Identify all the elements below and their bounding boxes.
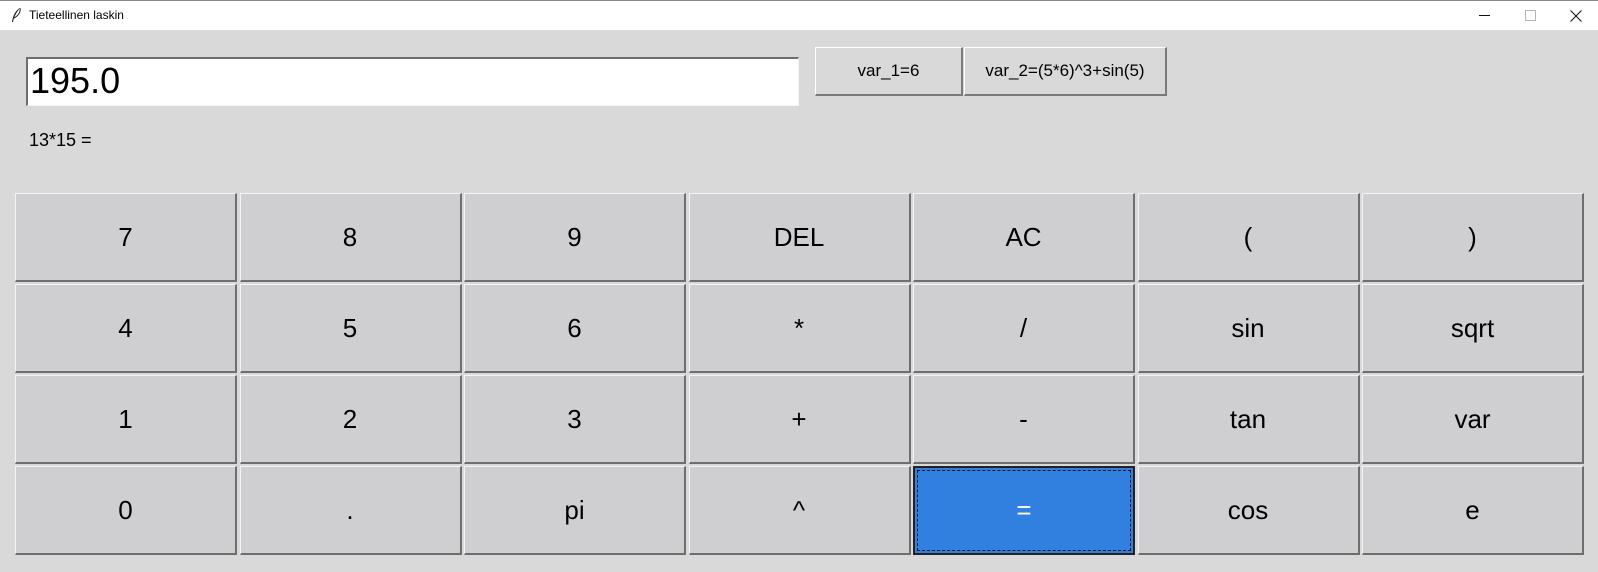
key-7[interactable]: 7 — [15, 193, 237, 282]
feather-icon — [12, 7, 21, 22]
calculator-window: Tieteellinen laskin 195.0 var_1=6 var_2=… — [0, 0, 1598, 572]
key-divide[interactable]: / — [913, 284, 1135, 373]
key-6[interactable]: 6 — [464, 284, 686, 373]
key-delete[interactable]: DEL — [688, 193, 911, 282]
maximize-icon — [1524, 10, 1536, 21]
key-8[interactable]: 8 — [239, 193, 462, 282]
key-2[interactable]: 2 — [239, 375, 462, 464]
variable-button-1[interactable]: var_1=6 — [815, 47, 963, 96]
key-open-paren[interactable]: ( — [1137, 193, 1360, 282]
key-equals[interactable]: = — [913, 466, 1135, 555]
key-all-clear[interactable]: AC — [913, 193, 1135, 282]
key-close-paren[interactable]: ) — [1362, 193, 1584, 282]
key-pi[interactable]: pi — [464, 466, 686, 555]
key-sqrt[interactable]: sqrt — [1362, 284, 1584, 373]
minimize-button[interactable] — [1461, 1, 1507, 30]
key-tan[interactable]: tan — [1137, 375, 1360, 464]
key-multiply[interactable]: * — [688, 284, 911, 373]
close-icon — [1570, 9, 1582, 22]
key-power[interactable]: ^ — [688, 466, 911, 555]
key-9[interactable]: 9 — [464, 193, 686, 282]
key-4[interactable]: 4 — [15, 284, 237, 373]
expression-label: 13*15 = — [29, 130, 92, 150]
key-minus[interactable]: - — [913, 375, 1135, 464]
key-3[interactable]: 3 — [464, 375, 686, 464]
key-var[interactable]: var — [1362, 375, 1584, 464]
key-e[interactable]: e — [1362, 466, 1584, 555]
minimize-icon — [1478, 15, 1490, 16]
keypad: 7 8 9 DEL AC ( ) 4 5 6 * / sin sqrt 1 2 … — [15, 193, 1584, 557]
key-1[interactable]: 1 — [15, 375, 237, 464]
title-bar[interactable]: Tieteellinen laskin — [0, 0, 1598, 30]
window-title: Tieteellinen laskin — [29, 8, 124, 22]
key-cos[interactable]: cos — [1137, 466, 1360, 555]
result-display[interactable]: 195.0 — [26, 57, 799, 106]
key-plus[interactable]: + — [688, 375, 911, 464]
key-0[interactable]: 0 — [15, 466, 237, 555]
maximize-button[interactable] — [1507, 1, 1553, 30]
close-button[interactable] — [1553, 1, 1598, 30]
variable-button-2[interactable]: var_2=(5*6)^3+sin(5) — [964, 47, 1167, 96]
key-sin[interactable]: sin — [1137, 284, 1360, 373]
key-5[interactable]: 5 — [239, 284, 462, 373]
key-decimal[interactable]: . — [239, 466, 462, 555]
